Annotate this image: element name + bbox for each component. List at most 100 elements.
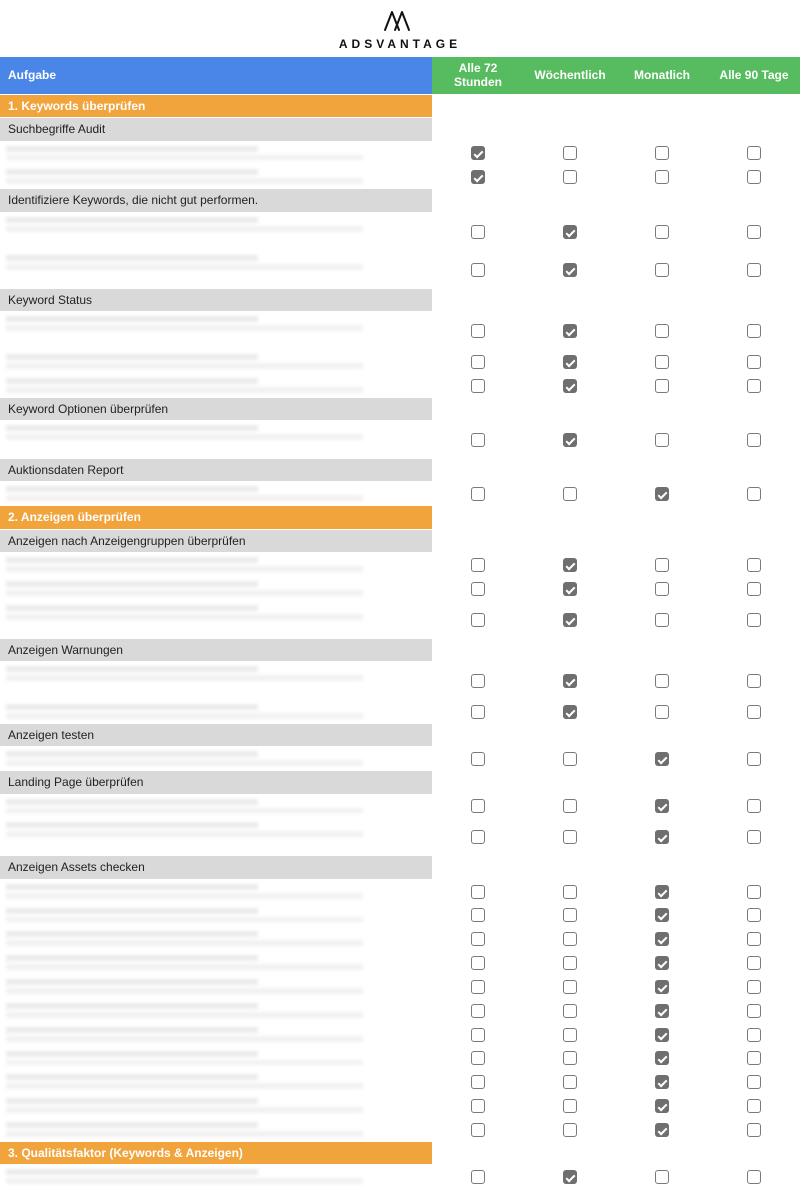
checkbox-unchecked-icon[interactable]	[747, 379, 761, 393]
checkbox-unchecked-icon[interactable]	[747, 487, 761, 501]
checkbox-checked-icon[interactable]	[655, 1051, 669, 1065]
checkbox-unchecked-icon[interactable]	[563, 1123, 577, 1137]
checkbox-unchecked-icon[interactable]	[563, 146, 577, 160]
checkbox-checked-icon[interactable]	[563, 582, 577, 596]
checkbox-unchecked-icon[interactable]	[563, 885, 577, 899]
checkbox-unchecked-icon[interactable]	[655, 558, 669, 572]
checkbox-unchecked-icon[interactable]	[747, 956, 761, 970]
checkbox-unchecked-icon[interactable]	[471, 433, 485, 447]
checkbox-unchecked-icon[interactable]	[471, 324, 485, 338]
checkbox-unchecked-icon[interactable]	[471, 956, 485, 970]
checkbox-unchecked-icon[interactable]	[747, 908, 761, 922]
checkbox-unchecked-icon[interactable]	[747, 146, 761, 160]
checkbox-unchecked-icon[interactable]	[563, 1075, 577, 1089]
checkbox-unchecked-icon[interactable]	[747, 1123, 761, 1137]
checkbox-unchecked-icon[interactable]	[471, 752, 485, 766]
checkbox-checked-icon[interactable]	[655, 1004, 669, 1018]
checkbox-checked-icon[interactable]	[563, 674, 577, 688]
checkbox-checked-icon[interactable]	[655, 980, 669, 994]
checkbox-checked-icon[interactable]	[563, 263, 577, 277]
checkbox-unchecked-icon[interactable]	[747, 1004, 761, 1018]
checkbox-unchecked-icon[interactable]	[655, 146, 669, 160]
checkbox-unchecked-icon[interactable]	[471, 1123, 485, 1137]
checkbox-unchecked-icon[interactable]	[655, 674, 669, 688]
checkbox-checked-icon[interactable]	[655, 1028, 669, 1042]
checkbox-unchecked-icon[interactable]	[747, 705, 761, 719]
checkbox-unchecked-icon[interactable]	[471, 1004, 485, 1018]
checkbox-unchecked-icon[interactable]	[747, 980, 761, 994]
checkbox-unchecked-icon[interactable]	[655, 225, 669, 239]
checkbox-unchecked-icon[interactable]	[655, 582, 669, 596]
checkbox-unchecked-icon[interactable]	[471, 613, 485, 627]
checkbox-unchecked-icon[interactable]	[747, 170, 761, 184]
checkbox-unchecked-icon[interactable]	[563, 1028, 577, 1042]
checkbox-unchecked-icon[interactable]	[563, 799, 577, 813]
checkbox-unchecked-icon[interactable]	[471, 379, 485, 393]
checkbox-checked-icon[interactable]	[655, 956, 669, 970]
checkbox-unchecked-icon[interactable]	[655, 324, 669, 338]
checkbox-unchecked-icon[interactable]	[471, 355, 485, 369]
checkbox-checked-icon[interactable]	[563, 379, 577, 393]
checkbox-checked-icon[interactable]	[655, 1123, 669, 1137]
checkbox-checked-icon[interactable]	[655, 799, 669, 813]
checkbox-unchecked-icon[interactable]	[563, 1051, 577, 1065]
checkbox-unchecked-icon[interactable]	[747, 355, 761, 369]
checkbox-checked-icon[interactable]	[563, 613, 577, 627]
checkbox-checked-icon[interactable]	[655, 1075, 669, 1089]
checkbox-unchecked-icon[interactable]	[471, 705, 485, 719]
checkbox-unchecked-icon[interactable]	[655, 705, 669, 719]
checkbox-unchecked-icon[interactable]	[471, 980, 485, 994]
checkbox-unchecked-icon[interactable]	[563, 170, 577, 184]
checkbox-checked-icon[interactable]	[563, 558, 577, 572]
checkbox-unchecked-icon[interactable]	[563, 1004, 577, 1018]
checkbox-unchecked-icon[interactable]	[655, 379, 669, 393]
checkbox-unchecked-icon[interactable]	[563, 487, 577, 501]
checkbox-unchecked-icon[interactable]	[747, 1170, 761, 1184]
checkbox-unchecked-icon[interactable]	[747, 582, 761, 596]
checkbox-unchecked-icon[interactable]	[747, 433, 761, 447]
checkbox-unchecked-icon[interactable]	[471, 263, 485, 277]
checkbox-unchecked-icon[interactable]	[563, 1099, 577, 1113]
checkbox-unchecked-icon[interactable]	[747, 799, 761, 813]
checkbox-unchecked-icon[interactable]	[563, 830, 577, 844]
checkbox-unchecked-icon[interactable]	[471, 582, 485, 596]
checkbox-checked-icon[interactable]	[655, 932, 669, 946]
checkbox-checked-icon[interactable]	[563, 1170, 577, 1184]
checkbox-unchecked-icon[interactable]	[471, 830, 485, 844]
checkbox-checked-icon[interactable]	[655, 830, 669, 844]
checkbox-unchecked-icon[interactable]	[747, 613, 761, 627]
checkbox-checked-icon[interactable]	[655, 908, 669, 922]
checkbox-unchecked-icon[interactable]	[563, 932, 577, 946]
checkbox-unchecked-icon[interactable]	[655, 613, 669, 627]
checkbox-checked-icon[interactable]	[471, 146, 485, 160]
checkbox-unchecked-icon[interactable]	[471, 908, 485, 922]
checkbox-unchecked-icon[interactable]	[747, 324, 761, 338]
checkbox-unchecked-icon[interactable]	[655, 170, 669, 184]
checkbox-unchecked-icon[interactable]	[563, 980, 577, 994]
checkbox-unchecked-icon[interactable]	[655, 1170, 669, 1184]
checkbox-unchecked-icon[interactable]	[471, 932, 485, 946]
checkbox-unchecked-icon[interactable]	[471, 1170, 485, 1184]
checkbox-unchecked-icon[interactable]	[747, 558, 761, 572]
checkbox-unchecked-icon[interactable]	[747, 932, 761, 946]
checkbox-checked-icon[interactable]	[563, 355, 577, 369]
checkbox-unchecked-icon[interactable]	[471, 1099, 485, 1113]
checkbox-unchecked-icon[interactable]	[471, 674, 485, 688]
checkbox-unchecked-icon[interactable]	[471, 799, 485, 813]
checkbox-unchecked-icon[interactable]	[471, 1028, 485, 1042]
checkbox-unchecked-icon[interactable]	[747, 830, 761, 844]
checkbox-unchecked-icon[interactable]	[747, 674, 761, 688]
checkbox-checked-icon[interactable]	[563, 225, 577, 239]
checkbox-checked-icon[interactable]	[563, 324, 577, 338]
checkbox-checked-icon[interactable]	[655, 752, 669, 766]
checkbox-unchecked-icon[interactable]	[747, 1099, 761, 1113]
checkbox-checked-icon[interactable]	[655, 1099, 669, 1113]
checkbox-checked-icon[interactable]	[563, 705, 577, 719]
checkbox-unchecked-icon[interactable]	[655, 355, 669, 369]
checkbox-unchecked-icon[interactable]	[563, 956, 577, 970]
checkbox-unchecked-icon[interactable]	[747, 1028, 761, 1042]
checkbox-unchecked-icon[interactable]	[471, 885, 485, 899]
checkbox-unchecked-icon[interactable]	[747, 752, 761, 766]
checkbox-unchecked-icon[interactable]	[563, 752, 577, 766]
checkbox-unchecked-icon[interactable]	[747, 263, 761, 277]
